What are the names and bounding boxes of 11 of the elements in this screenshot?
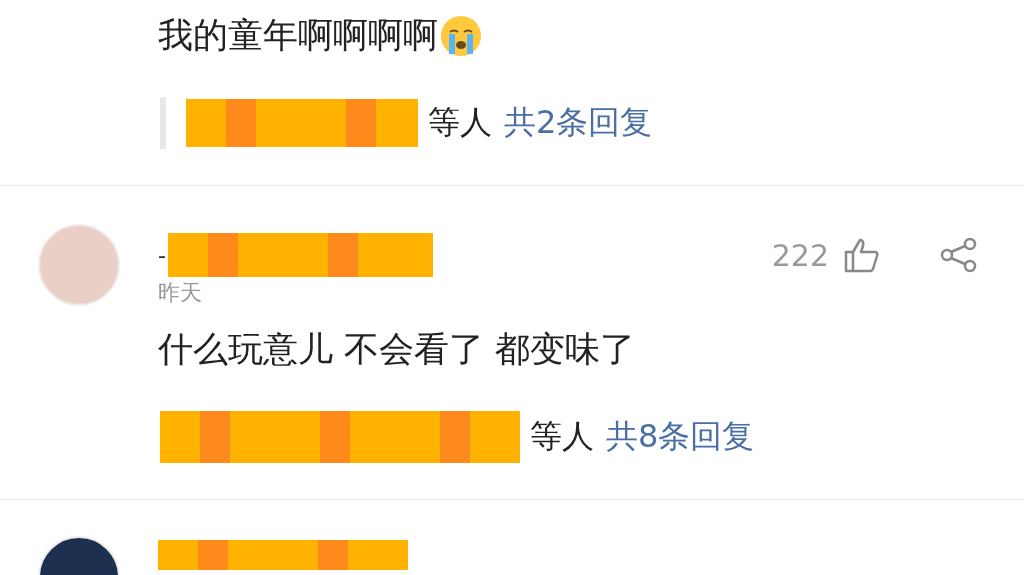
comment-time: 昨天 [158, 279, 203, 307]
comment-text: 什么玩意儿 不会看了 都变味了 [158, 328, 636, 371]
share-icon[interactable] [939, 237, 979, 273]
view-replies-link[interactable]: 共2条回复 [504, 101, 653, 145]
view-replies-link[interactable]: 共8条回复 [606, 415, 755, 459]
username-fragment: - [158, 242, 166, 268]
thumbs-up-icon[interactable] [843, 237, 881, 273]
reply-users-suffix: 等人 [428, 102, 492, 143]
like-count: 222 [771, 237, 829, 273]
reply-users-suffix: 等人 [530, 416, 594, 457]
comment-text: 我的童年啊啊啊啊 [158, 14, 438, 57]
